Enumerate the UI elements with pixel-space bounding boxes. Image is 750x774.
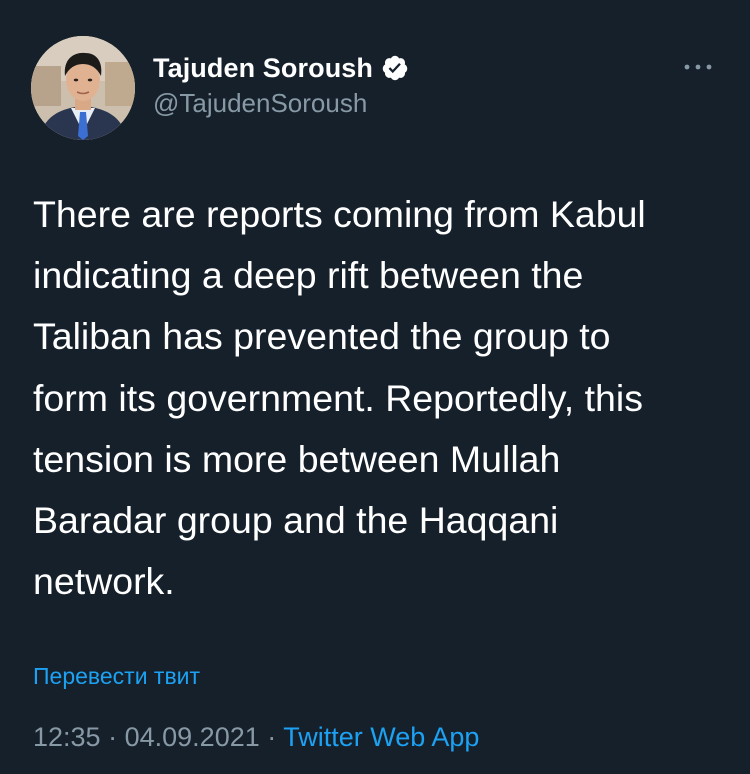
tweet-text: There are reports coming from Kabul indi… xyxy=(33,184,723,612)
more-options-icon[interactable] xyxy=(680,57,716,77)
tweet-text-line: network. xyxy=(33,560,175,603)
tweet-text-line: Taliban has prevented the group to xyxy=(33,315,611,358)
author-display-name[interactable]: Tajuden Soroush xyxy=(153,53,373,84)
author-handle[interactable]: @TajudenSoroush xyxy=(153,88,367,119)
tweet-time[interactable]: 12:35 xyxy=(33,722,101,752)
tweet-metadata: 12:35 · 04.09.2021 · Twitter Web App xyxy=(33,722,479,753)
tweet-text-line: There are reports coming from Kabul xyxy=(33,193,646,235)
meta-separator: · xyxy=(108,722,118,752)
meta-separator: · xyxy=(267,722,277,752)
avatar-photo xyxy=(31,36,135,140)
translate-tweet-link[interactable]: Перевести твит xyxy=(33,663,200,690)
tweet-text-line: Baradar group and the Haqqani xyxy=(33,498,559,541)
tweet-text-line: tension is more between Mullah xyxy=(33,437,561,480)
avatar[interactable] xyxy=(31,36,135,140)
verified-badge-icon xyxy=(381,54,409,82)
tweet-source-link[interactable]: Twitter Web App xyxy=(283,722,479,752)
author-name-row: Tajuden Soroush xyxy=(153,50,409,86)
tweet-text-line: form its government. Reportedly, this xyxy=(33,376,643,419)
tweet-text-line: indicating a deep rift between the xyxy=(33,254,584,297)
tweet-date[interactable]: 04.09.2021 xyxy=(125,722,260,752)
tweet-card: Tajuden Soroush @TajudenSoroush There ar… xyxy=(0,0,750,774)
